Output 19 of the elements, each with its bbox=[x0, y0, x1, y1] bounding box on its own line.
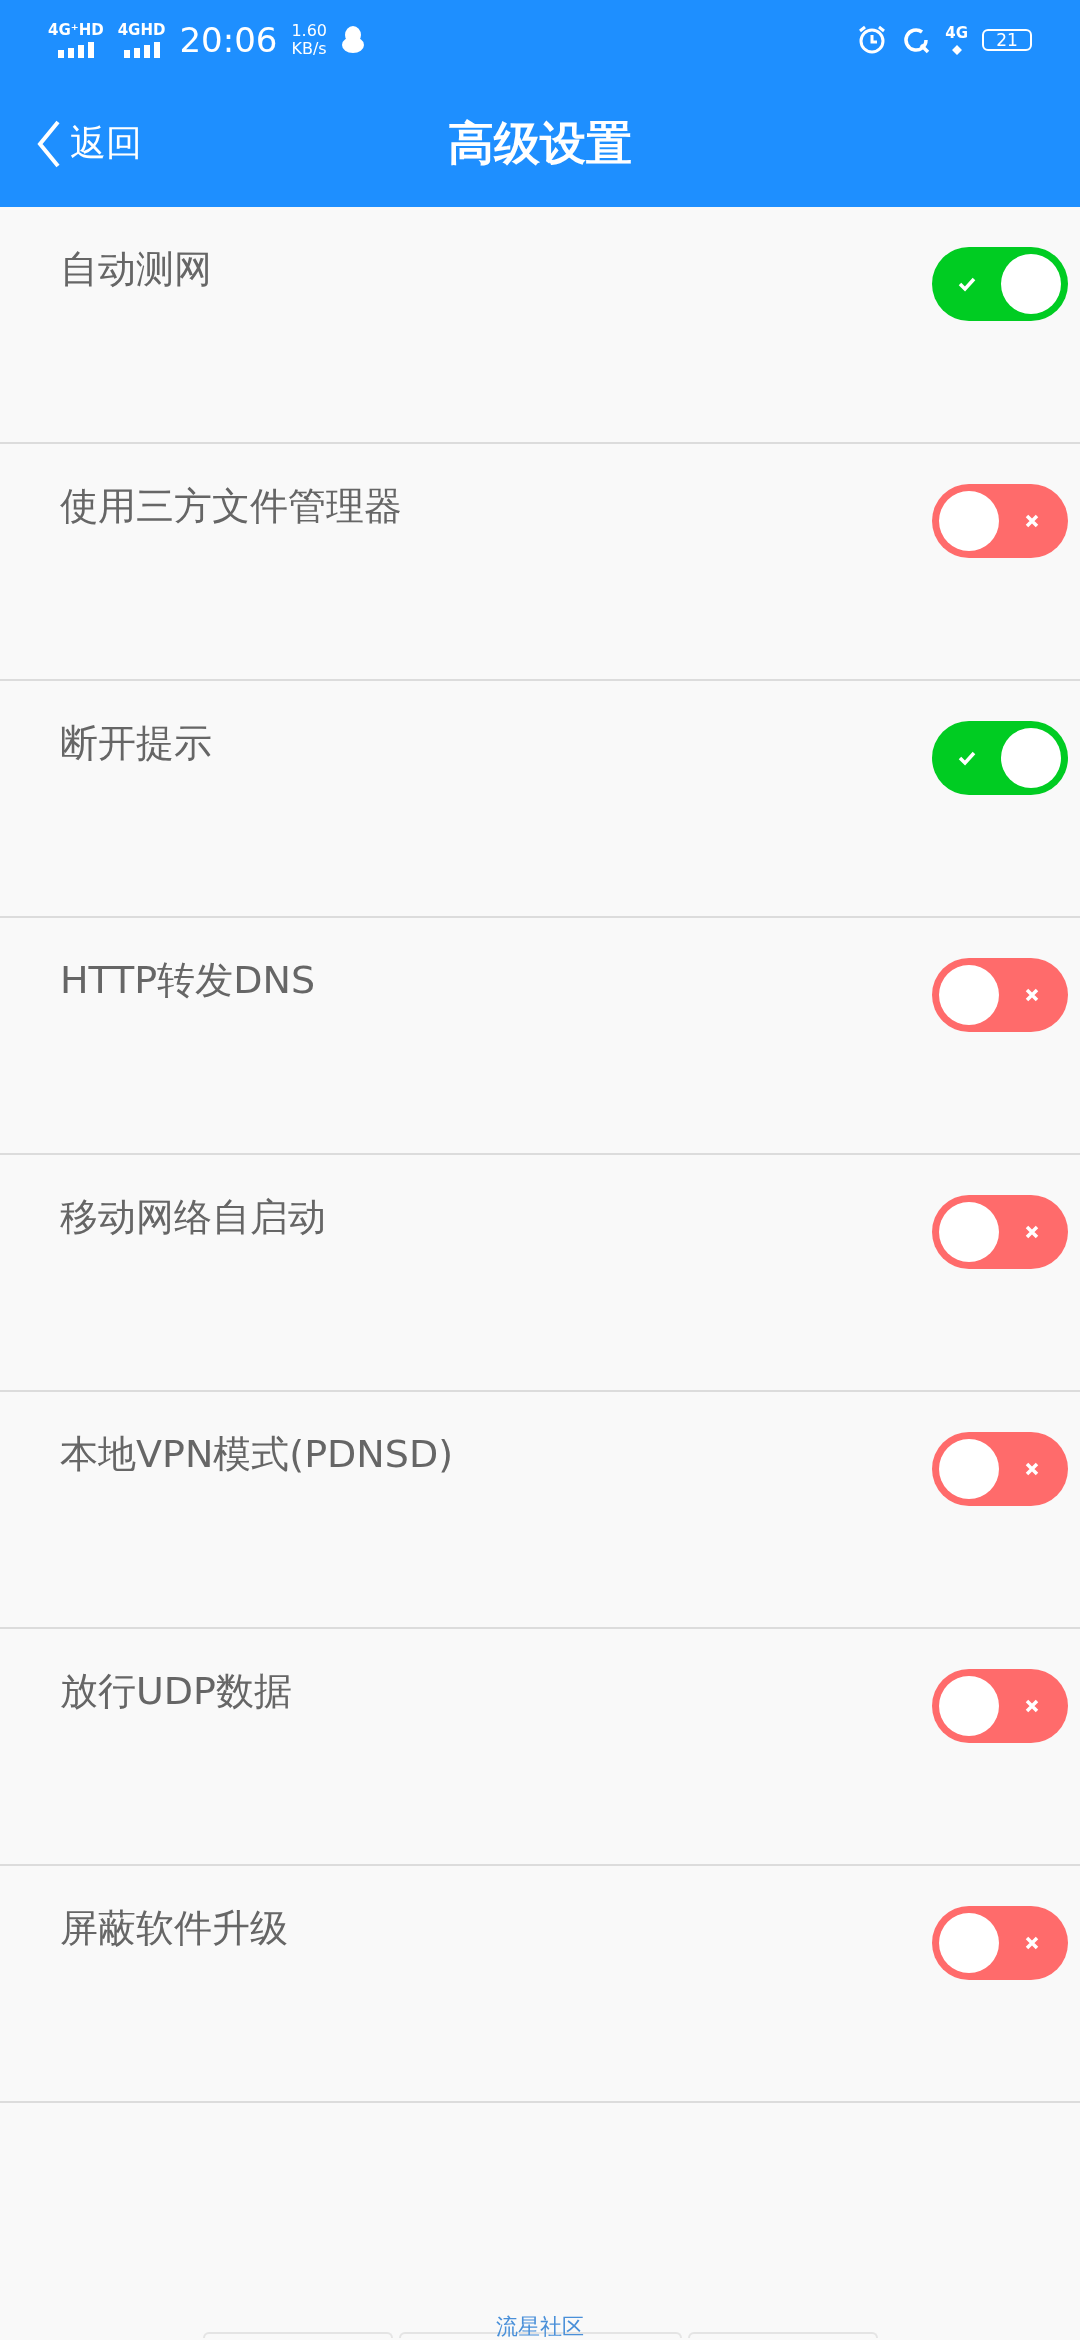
status-time: 20:06 bbox=[179, 20, 278, 60]
setting-label: 断开提示 bbox=[60, 720, 212, 767]
setting-label: HTTP转发DNS bbox=[60, 957, 316, 1004]
setting-label: 屏蔽软件升级 bbox=[60, 1905, 288, 1952]
setting-label: 放行UDP数据 bbox=[60, 1668, 292, 1715]
battery-icon: 21 bbox=[982, 29, 1032, 51]
sync-icon bbox=[901, 25, 932, 55]
alarm-icon bbox=[857, 25, 888, 55]
page-title: 高级设置 bbox=[448, 114, 632, 172]
chevron-left-icon[interactable] bbox=[36, 119, 62, 168]
check-icon bbox=[958, 276, 976, 292]
setting-label: 本地VPN模式(PDNSD) bbox=[60, 1431, 453, 1478]
check-icon bbox=[958, 750, 976, 766]
network-speed: 1.60 KB/s bbox=[291, 22, 328, 58]
setting-label: 移动网络自启动 bbox=[60, 1194, 326, 1241]
community-caption: 流星社区 bbox=[496, 2316, 584, 2338]
setting-label: 使用三方文件管理器 bbox=[60, 483, 402, 530]
back-button[interactable]: 返回 bbox=[0, 119, 448, 168]
setting-label: 自动测网 bbox=[60, 246, 212, 293]
